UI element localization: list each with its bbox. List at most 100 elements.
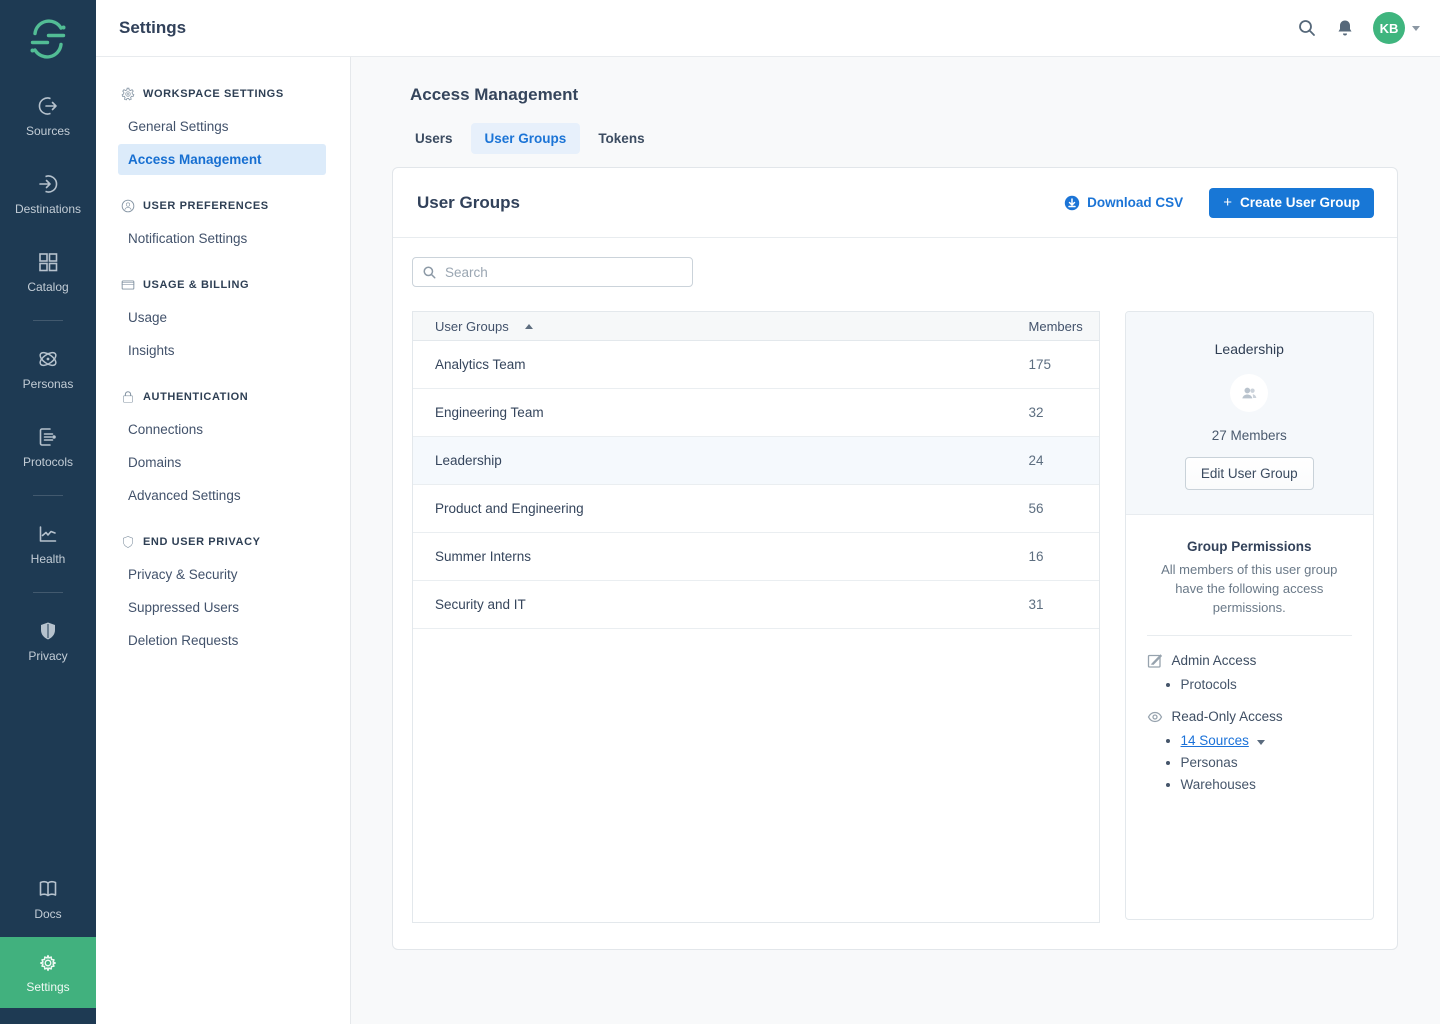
sources-icon <box>36 94 60 118</box>
table-row-selected[interactable]: Leadership 24 <box>413 437 1099 485</box>
sidebar-item-settings-active[interactable]: Settings <box>0 937 96 1008</box>
edit-user-group-button[interactable]: Edit User Group <box>1185 457 1314 490</box>
sidebar-item-sources[interactable]: Sources <box>0 94 96 138</box>
sidebar-item-usage[interactable]: Usage <box>118 302 326 333</box>
sources-count-link[interactable]: 14 Sources <box>1181 733 1249 748</box>
search-box <box>412 257 693 287</box>
members-count: 175 <box>1029 357 1099 372</box>
sidebar-item-suppressed-users[interactable]: Suppressed Users <box>118 592 326 623</box>
sidebar-item-insights[interactable]: Insights <box>118 335 326 366</box>
sidebar-item-general-settings[interactable]: General Settings <box>118 111 326 142</box>
read-only-access-list: 14 Sources Personas Warehouses <box>1147 733 1352 792</box>
catalog-icon <box>36 250 60 274</box>
chevron-down-icon <box>1412 26 1420 31</box>
tab-user-groups[interactable]: User Groups <box>471 123 581 154</box>
sidebar-item-label: Docs <box>34 907 61 921</box>
sidebar-item-privacy[interactable]: Privacy <box>0 619 96 663</box>
sidebar-item-protocols[interactable]: Protocols <box>0 425 96 469</box>
divider <box>1147 635 1352 636</box>
sidebar-item-destinations[interactable]: Destinations <box>0 172 96 216</box>
members-count: 32 <box>1029 405 1099 420</box>
search-icon <box>422 265 437 280</box>
group-name: Leadership <box>413 453 1029 468</box>
plus-icon: + <box>1223 195 1232 210</box>
section-user-preferences: USER PREFERENCES <box>118 199 326 213</box>
group-detail-card: Leadership 27 Members <box>1125 311 1374 920</box>
sidebar-item-privacy-security[interactable]: Privacy & Security <box>118 559 326 590</box>
personas-icon <box>36 347 60 371</box>
detail-group-name: Leadership <box>1142 341 1357 357</box>
user-groups-table: User Groups Members Analytics Team 175 <box>412 311 1100 923</box>
sidebar-item-label: Privacy <box>28 649 67 663</box>
rail-divider <box>33 495 63 496</box>
lock-icon <box>121 390 135 404</box>
sort-ascending-icon <box>525 324 533 329</box>
tab-tokens[interactable]: Tokens <box>584 123 658 154</box>
sidebar-item-deletion-requests[interactable]: Deletion Requests <box>118 625 326 656</box>
members-count: 24 <box>1029 453 1099 468</box>
sidebar-item-label: Protocols <box>23 455 73 469</box>
docs-icon <box>36 877 60 901</box>
section-usage-billing: USAGE & BILLING <box>118 278 326 292</box>
download-csv-button[interactable]: Download CSV <box>1064 195 1183 211</box>
sidebar-item-label: Personas <box>23 377 74 391</box>
members-count-label: 27 Members <box>1142 428 1357 443</box>
tab-users[interactable]: Users <box>401 123 467 154</box>
health-icon <box>36 522 60 546</box>
sidebar-item-catalog[interactable]: Catalog <box>0 250 96 294</box>
admin-access-header: Admin Access <box>1147 653 1352 669</box>
sidebar-item-docs[interactable]: Docs <box>0 877 96 921</box>
sidebar-item-personas[interactable]: Personas <box>0 347 96 391</box>
avatar: KB <box>1373 12 1405 44</box>
group-permissions-title: Group Permissions <box>1147 539 1352 554</box>
person-icon <box>121 199 135 213</box>
sidebar-item-connections[interactable]: Connections <box>118 414 326 445</box>
page-header-title: Settings <box>119 18 186 38</box>
members-count: 31 <box>1029 597 1099 612</box>
bell-icon <box>1335 18 1355 38</box>
sidebar-item-domains[interactable]: Domains <box>118 447 326 478</box>
sidebar-item-label: Sources <box>26 124 70 138</box>
group-name: Product and Engineering <box>413 501 1029 516</box>
group-people-icon <box>1239 383 1259 403</box>
read-only-access-header: Read-Only Access <box>1147 709 1352 725</box>
table-row[interactable]: Product and Engineering 56 <box>413 485 1099 533</box>
sidebar-item-advanced-settings[interactable]: Advanced Settings <box>118 480 326 511</box>
rail-divider <box>33 320 63 321</box>
search-button[interactable] <box>1297 18 1317 38</box>
sidebar-item-access-management[interactable]: Access Management <box>118 144 326 175</box>
notifications-button[interactable] <box>1335 18 1355 38</box>
settings-sidebar: WORKSPACE SETTINGS General Settings Acce… <box>96 57 351 1024</box>
panel-title: User Groups <box>417 193 520 213</box>
column-user-groups[interactable]: User Groups <box>413 319 1029 334</box>
sidebar-item-label: Settings <box>26 980 69 994</box>
topbar: Settings KB <box>96 0 1440 57</box>
app-rail: Sources Destinations Catalog <box>0 0 96 1024</box>
eye-icon <box>1147 709 1163 725</box>
sidebar-item-health[interactable]: Health <box>0 522 96 566</box>
sidebar-item-label: Catalog <box>27 280 68 294</box>
user-groups-panel: User Groups Download CSV + Create User G… <box>392 167 1398 950</box>
search-input[interactable] <box>445 265 683 280</box>
page-title: Access Management <box>410 85 1398 105</box>
edit-icon <box>1147 653 1163 669</box>
list-item: Warehouses <box>1181 777 1352 792</box>
list-item: 14 Sources <box>1181 733 1352 748</box>
search-icon <box>1297 18 1317 38</box>
chevron-down-icon[interactable] <box>1257 740 1265 745</box>
create-user-group-button[interactable]: + Create User Group <box>1209 188 1374 218</box>
table-header: User Groups Members <box>413 312 1099 341</box>
tab-bar: Users User Groups Tokens <box>401 123 1398 154</box>
table-row[interactable]: Summer Interns 16 <box>413 533 1099 581</box>
table-row[interactable]: Analytics Team 175 <box>413 341 1099 389</box>
sidebar-item-label: Destinations <box>15 202 81 216</box>
user-menu[interactable]: KB <box>1373 12 1420 44</box>
table-row[interactable]: Security and IT 31 <box>413 581 1099 629</box>
download-icon <box>1064 195 1080 211</box>
segment-logo[interactable] <box>26 17 70 61</box>
table-row[interactable]: Engineering Team 32 <box>413 389 1099 437</box>
sidebar-item-notification-settings[interactable]: Notification Settings <box>118 223 326 254</box>
group-name: Analytics Team <box>413 357 1029 372</box>
group-name: Engineering Team <box>413 405 1029 420</box>
section-end-user-privacy: END USER PRIVACY <box>118 535 326 549</box>
